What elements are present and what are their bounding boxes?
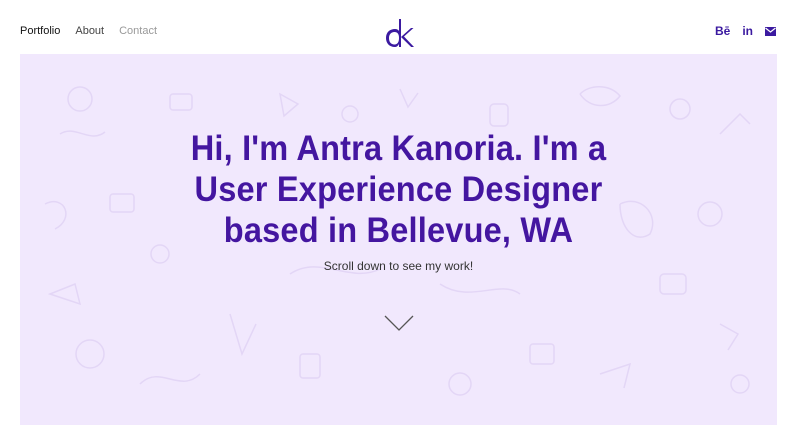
ak-logo[interactable] <box>383 17 415 49</box>
headline-line: User Experience Designer <box>194 170 603 209</box>
nav-link-portfolio[interactable]: Portfolio <box>20 25 60 37</box>
headline-line: based in Bellevue, WA <box>223 211 574 250</box>
chevron-down-icon[interactable] <box>384 314 414 332</box>
nav-link-contact[interactable]: Contact <box>119 25 157 37</box>
social-links: Bē in <box>715 24 776 38</box>
nav-link-about[interactable]: About <box>75 25 104 37</box>
hero-section: Hi, I'm Antra Kanoria. I'm a User Experi… <box>20 54 777 425</box>
hero-headline: Hi, I'm Antra Kanoria. I'm a User Experi… <box>46 128 750 251</box>
mail-icon[interactable] <box>765 26 776 36</box>
top-navigation-bar: Portfolio About Contact Bē in <box>0 0 800 54</box>
headline-line: Hi, I'm Antra Kanoria. I'm a <box>190 129 607 168</box>
hero-subtitle: Scroll down to see my work! <box>323 259 474 273</box>
main-nav: Portfolio About Contact <box>20 25 157 37</box>
linkedin-icon[interactable]: in <box>742 24 753 38</box>
behance-icon[interactable]: Bē <box>715 24 730 38</box>
